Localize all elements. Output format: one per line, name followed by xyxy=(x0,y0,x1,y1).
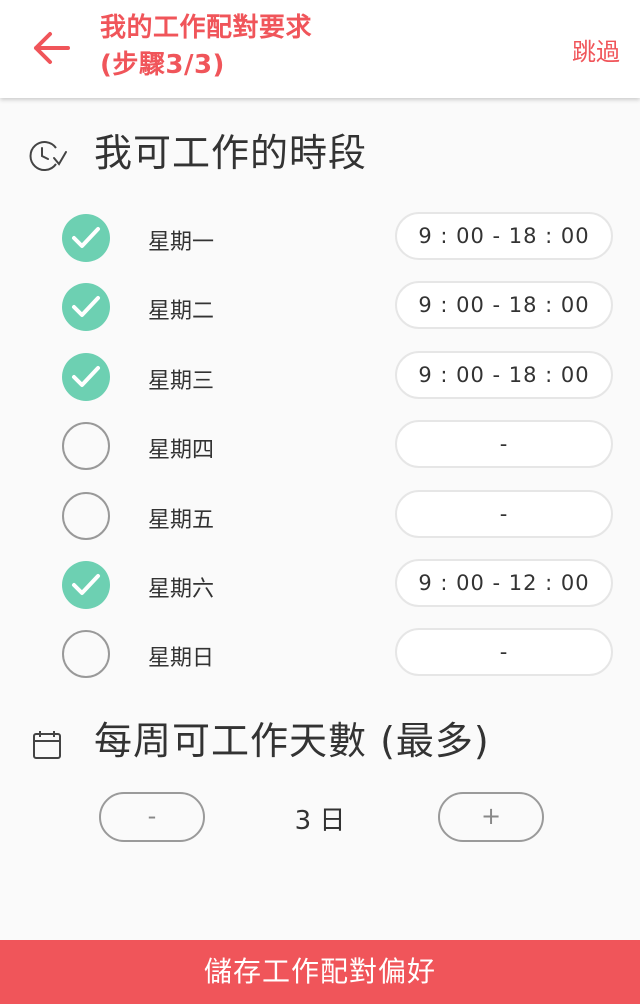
day-label: 星期三 xyxy=(148,369,215,394)
day-checkbox[interactable] xyxy=(62,630,110,678)
save-preferences-button[interactable]: 儲存工作配對偏好 xyxy=(0,940,640,1004)
day-label: 星期五 xyxy=(148,508,215,533)
time-range-field[interactable]: - xyxy=(395,420,613,468)
time-range-field[interactable]: 9 : 00 - 12 : 00 xyxy=(395,559,613,607)
day-label: 星期二 xyxy=(148,299,215,324)
time-range-field[interactable]: 9 : 00 - 18 : 00 xyxy=(395,212,613,260)
availability-title: 我可工作的時段 xyxy=(94,131,368,175)
skip-button[interactable]: 跳過 xyxy=(572,32,620,67)
clock-history-icon xyxy=(29,141,67,171)
time-range-field[interactable]: 9 : 00 - 18 : 00 xyxy=(395,351,613,399)
day-row: 星期二 9 : 00 - 18 : 00 xyxy=(0,281,640,337)
page-title-line2: (步驟3/3) xyxy=(100,50,225,80)
increase-days-button[interactable]: + xyxy=(438,792,544,842)
day-label: 星期四 xyxy=(148,438,215,463)
header-bar: 我的工作配對要求 (步驟3/3) 跳過 xyxy=(0,0,640,98)
back-button[interactable] xyxy=(30,28,72,68)
day-checkbox[interactable] xyxy=(62,283,110,331)
day-row: 星期六 9 : 00 - 12 : 00 xyxy=(0,559,640,615)
checkmark-icon xyxy=(72,366,100,387)
day-label: 星期一 xyxy=(148,230,215,255)
day-checkbox[interactable] xyxy=(62,561,110,609)
max-days-section-header: 每周可工作天數 (最多) xyxy=(0,716,640,776)
arrow-left-icon xyxy=(34,32,70,64)
decrease-days-button[interactable]: - xyxy=(99,792,205,842)
day-checkbox[interactable] xyxy=(62,214,110,262)
checkmark-icon xyxy=(72,227,100,248)
day-row: 星期一 9 : 00 - 18 : 00 xyxy=(0,212,640,268)
day-label: 星期六 xyxy=(148,577,215,602)
time-range-field[interactable]: - xyxy=(395,628,613,676)
checkmark-icon xyxy=(72,296,100,317)
checkmark-icon xyxy=(72,574,100,595)
page-title-line1: 我的工作配對要求 xyxy=(100,13,313,43)
time-range-field[interactable]: 9 : 00 - 18 : 00 xyxy=(395,281,613,329)
day-label: 星期日 xyxy=(148,646,215,671)
calendar-icon xyxy=(33,731,61,759)
max-days-value: 3 日 xyxy=(294,806,346,836)
day-checkbox[interactable] xyxy=(62,353,110,401)
day-checkbox[interactable] xyxy=(62,422,110,470)
day-row: 星期三 9 : 00 - 18 : 00 xyxy=(0,351,640,407)
day-checkbox[interactable] xyxy=(62,492,110,540)
page-title: 我的工作配對要求 (步驟3/3) xyxy=(100,10,312,84)
time-range-field[interactable]: - xyxy=(395,490,613,538)
day-row: 星期五 - xyxy=(0,490,640,546)
max-days-title: 每周可工作天數 (最多) xyxy=(94,719,490,763)
day-row: 星期四 - xyxy=(0,420,640,476)
availability-section-header: 我可工作的時段 xyxy=(0,128,640,188)
day-row: 星期日 - xyxy=(0,628,640,684)
